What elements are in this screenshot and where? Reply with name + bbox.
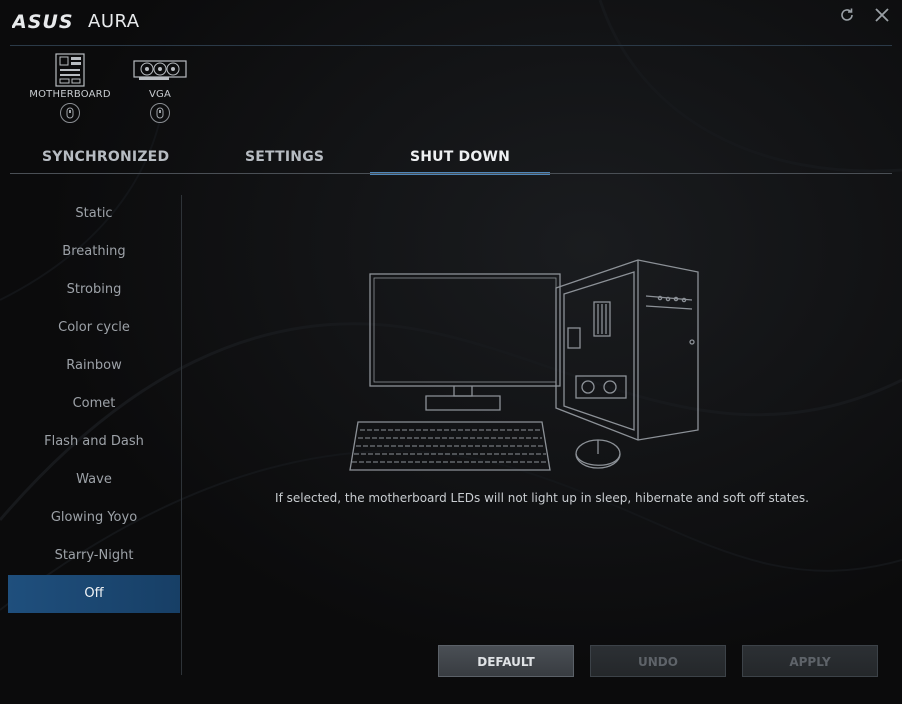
pc-setup-illustration xyxy=(346,258,706,482)
effect-strobing[interactable]: Strobing xyxy=(8,271,180,309)
tab-settings[interactable]: SETTINGS xyxy=(245,143,324,173)
effect-glowing-yoyo[interactable]: Glowing Yoyo xyxy=(8,499,180,537)
undo-button[interactable]: UNDO xyxy=(590,645,726,677)
app-title: AURA xyxy=(88,11,140,32)
sidebar-divider xyxy=(181,195,182,675)
effect-wave[interactable]: Wave xyxy=(8,461,180,499)
effect-description: If selected, the motherboard LEDs will n… xyxy=(275,491,809,505)
effect-comet[interactable]: Comet xyxy=(8,385,180,423)
tab-bar: SYNCHRONIZED SETTINGS SHUT DOWN xyxy=(10,143,892,175)
refresh-icon[interactable] xyxy=(836,4,858,26)
device-vga[interactable]: VGA xyxy=(115,52,205,123)
computer-case-icon xyxy=(555,259,699,441)
title-divider xyxy=(10,45,892,46)
effect-static[interactable]: Static xyxy=(8,195,180,233)
effect-flash-and-dash[interactable]: Flash and Dash xyxy=(8,423,180,461)
device-label: VGA xyxy=(148,89,172,100)
default-button[interactable]: DEFAULT xyxy=(438,645,574,677)
led-indicator-icon xyxy=(60,103,80,123)
effect-rainbow[interactable]: Rainbow xyxy=(8,347,180,385)
title-bar: ASUS AURA xyxy=(0,0,902,46)
device-label: MOTHERBOARD xyxy=(29,89,111,100)
effect-starry-night[interactable]: Starry-Night xyxy=(8,537,180,575)
mouse-icon xyxy=(575,439,621,469)
device-motherboard[interactable]: MOTHERBOARD xyxy=(25,52,115,123)
apply-button[interactable]: APPLY xyxy=(742,645,878,677)
asus-logo: ASUS xyxy=(10,9,78,37)
led-indicator-icon xyxy=(150,103,170,123)
close-icon[interactable] xyxy=(871,4,893,26)
effect-breathing[interactable]: Breathing xyxy=(8,233,180,271)
monitor-icon xyxy=(369,273,561,411)
tab-shut-down[interactable]: SHUT DOWN xyxy=(370,143,550,173)
keyboard-icon xyxy=(349,421,551,471)
tab-synchronized[interactable]: SYNCHRONIZED xyxy=(42,143,169,173)
graphics-card-icon xyxy=(115,52,205,88)
effect-color-cycle[interactable]: Color cycle xyxy=(8,309,180,347)
effect-off[interactable]: Off xyxy=(8,575,180,613)
svg-text:ASUS: ASUS xyxy=(12,11,74,33)
effect-list: Static Breathing Strobing Color cycle Ra… xyxy=(8,195,180,613)
tab-divider xyxy=(10,173,892,174)
motherboard-icon xyxy=(25,52,115,88)
